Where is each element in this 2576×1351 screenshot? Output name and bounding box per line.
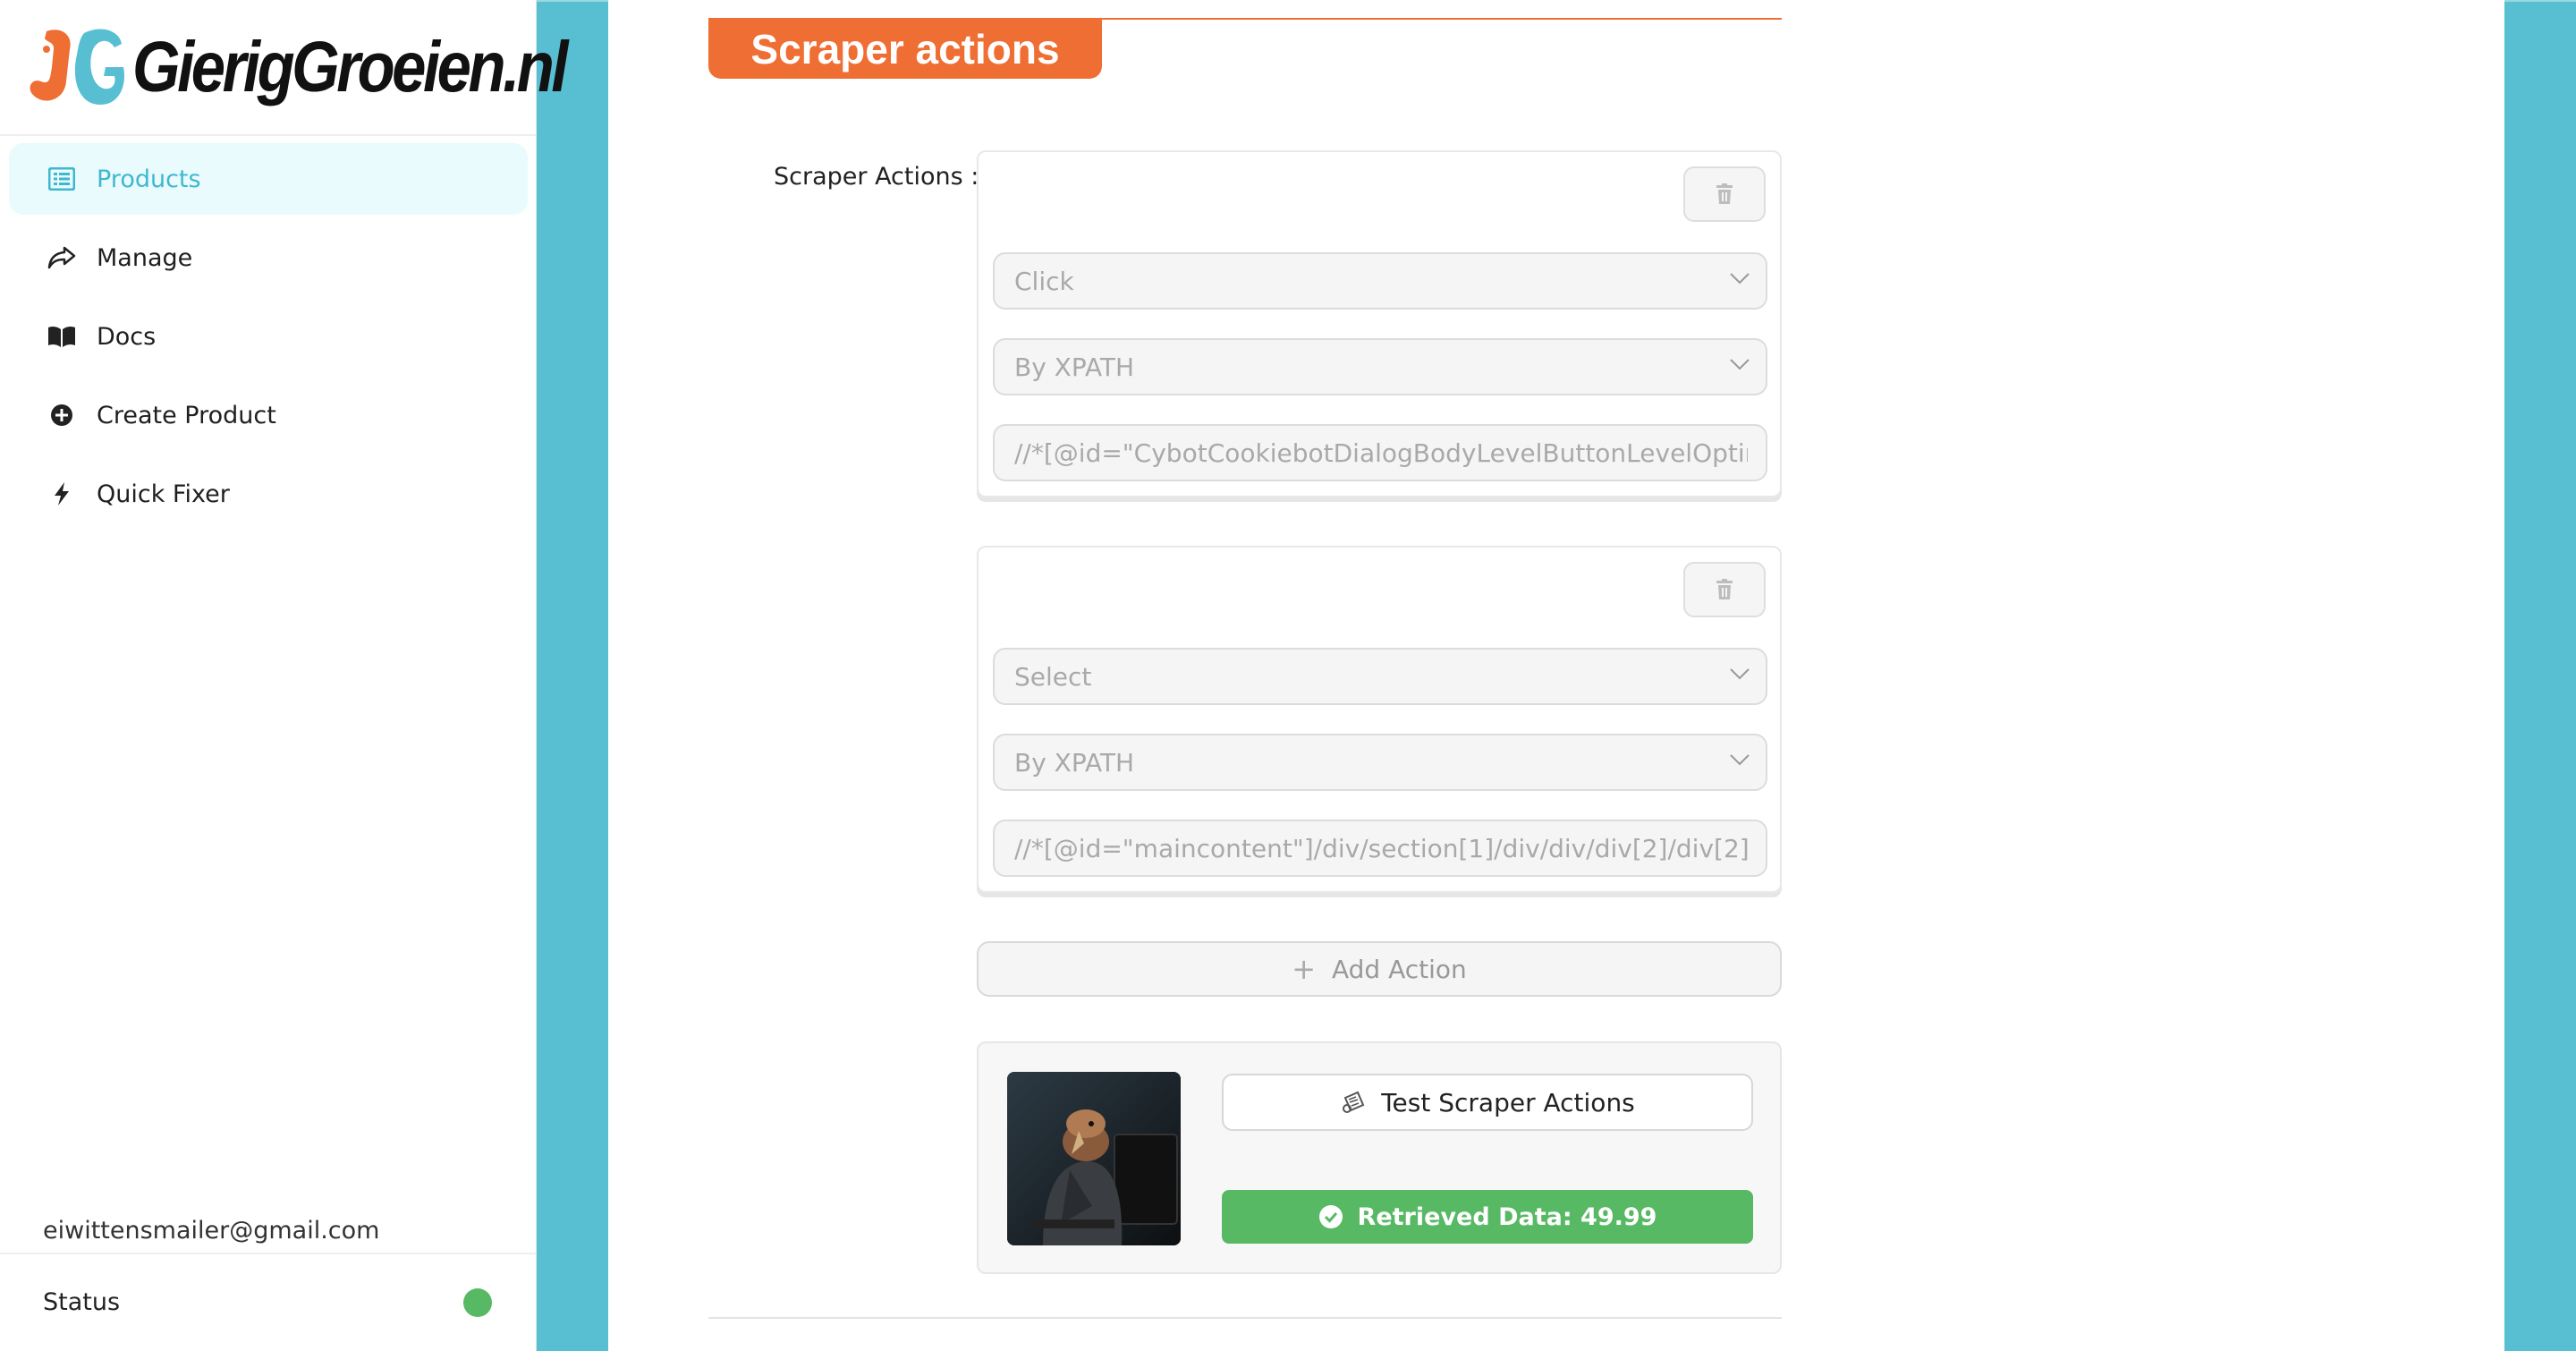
retrieved-data-badge: Retrieved Data: 49.99 — [1222, 1190, 1753, 1244]
locator-value: By XPATH — [1014, 352, 1135, 382]
bolt-icon — [47, 479, 77, 509]
delete-action-button[interactable] — [1683, 562, 1766, 617]
section-title: Scraper actions — [750, 26, 1060, 72]
field-label: Scraper Actions : — [774, 163, 979, 191]
action-card: Select By XPATH //*[@id="maincontent"]/d… — [977, 546, 1782, 893]
status-label: Status — [43, 1287, 121, 1316]
brand-logo[interactable]: GierigGroeien.nl — [27, 18, 568, 116]
sidebar-item-label: Docs — [97, 322, 157, 351]
chevron-down-icon — [1730, 668, 1750, 680]
trash-icon — [1716, 183, 1733, 204]
locator-select[interactable]: By XPATH — [993, 734, 1767, 791]
sidebar: GierigGroeien.nl Products Manage Docs Cr… — [0, 0, 568, 1351]
preview-image — [1007, 1072, 1181, 1245]
retrieved-data-text: Retrieved Data: 49.99 — [1357, 1202, 1657, 1231]
test-scraper-actions-button[interactable]: Test Scraper Actions — [1222, 1074, 1753, 1131]
test-button-label: Test Scraper Actions — [1381, 1087, 1635, 1117]
plus-icon: + — [1292, 952, 1316, 986]
sidebar-item-quick-fixer[interactable]: Quick Fixer — [9, 458, 528, 530]
xpath-input[interactable]: //*[@id="CybotCookiebotDialogBodyLevelBu… — [993, 424, 1767, 481]
status-indicator — [463, 1288, 492, 1317]
action-type-value: Click — [1014, 266, 1074, 296]
section-divider — [708, 1317, 1782, 1319]
action-card: Click By XPATH //*[@id="CybotCookiebotDi… — [977, 150, 1782, 497]
sidebar-item-create-product[interactable]: Create Product — [9, 379, 528, 451]
action-type-value: Select — [1014, 661, 1092, 692]
status-row: Status — [0, 1253, 537, 1351]
book-icon — [47, 321, 77, 352]
list-icon — [47, 164, 77, 194]
trash-icon — [1716, 579, 1733, 599]
locator-value: By XPATH — [1014, 747, 1135, 777]
sidebar-item-label: Quick Fixer — [97, 480, 230, 508]
xpath-value: //*[@id="CybotCookiebotDialogBodyLevelBu… — [1014, 438, 1748, 468]
sidebar-item-label: Products — [97, 165, 201, 193]
locator-select[interactable]: By XPATH — [993, 338, 1767, 395]
xpath-input[interactable]: //*[@id="maincontent"]/div/section[1]/di… — [993, 820, 1767, 877]
test-panel: Test Scraper Actions Retrieved Data: 49.… — [977, 1041, 1782, 1274]
action-type-select[interactable]: Click — [993, 252, 1767, 310]
sidebar-item-label: Create Product — [97, 401, 276, 429]
share-icon — [47, 242, 77, 273]
chevron-down-icon — [1730, 754, 1750, 766]
section-header: Scraper actions — [708, 20, 1102, 79]
add-action-label: Add Action — [1332, 954, 1467, 984]
xpath-value: //*[@id="maincontent"]/div/section[1]/di… — [1014, 833, 1748, 863]
sidebar-item-docs[interactable]: Docs — [9, 301, 528, 372]
action-type-select[interactable]: Select — [993, 648, 1767, 705]
check-circle-icon — [1318, 1204, 1343, 1229]
sidebar-item-products[interactable]: Products — [9, 143, 528, 215]
brand-name: GierigGroeien.nl — [132, 27, 568, 106]
add-action-button[interactable]: + Add Action — [977, 941, 1782, 997]
divider — [0, 134, 537, 136]
user-email: eiwittensmailer@gmail.com — [43, 1217, 380, 1245]
chevron-down-icon — [1730, 359, 1750, 370]
logo-mark-icon — [30, 29, 124, 105]
main-panel: Scraper actions Scraper Actions : Click … — [608, 0, 2504, 1351]
chevron-down-icon — [1730, 273, 1750, 285]
sidebar-item-manage[interactable]: Manage — [9, 222, 528, 293]
sidebar-item-label: Manage — [97, 243, 193, 272]
plus-circle-icon — [47, 400, 77, 430]
delete-action-button[interactable] — [1683, 166, 1766, 222]
test-icon — [1340, 1089, 1367, 1116]
